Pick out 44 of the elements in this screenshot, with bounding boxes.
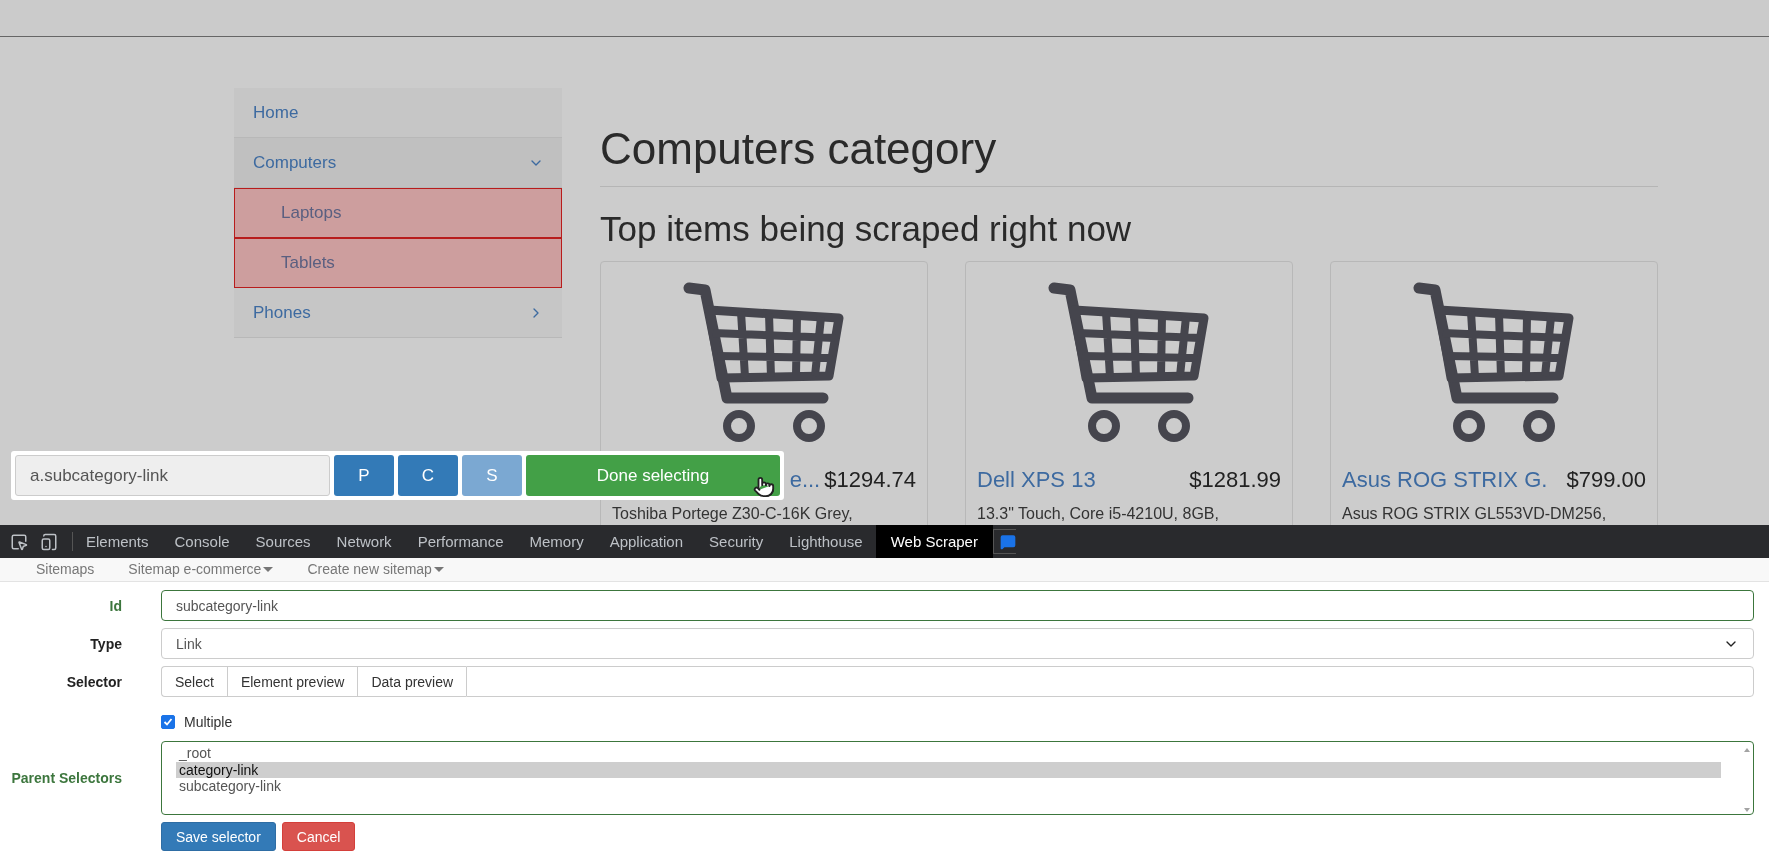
type-select[interactable]: Link — [161, 628, 1754, 659]
selector-button[interactable]: Element preview — [226, 666, 358, 697]
field-label: Type — [89, 635, 122, 652]
save-button[interactable]: Save selector — [161, 822, 276, 851]
chat-icon[interactable] — [999, 533, 1016, 550]
inspect-icon[interactable] — [10, 532, 28, 551]
nav-link[interactable]: Sitemaps — [36, 561, 95, 577]
product-description: Asus ROG STRIX GL553VD-DM256, — [1342, 505, 1608, 523]
field-label: Selector — [65, 673, 122, 690]
cancel-button[interactable]: Cancel — [281, 822, 356, 851]
devtools-tab[interactable]: Sources — [242, 525, 324, 558]
list-option[interactable]: category-link — [176, 761, 1721, 778]
selector-field[interactable]: a.subcategory-link — [15, 455, 330, 496]
checkbox[interactable] — [161, 715, 175, 729]
parent-selectors-list[interactable]: _root category-link subcategory-link — [161, 741, 1754, 815]
list-option[interactable]: subcategory-link — [176, 778, 1721, 795]
devtools-tab[interactable]: Console — [161, 525, 243, 558]
product-price: $1281.99 — [1189, 467, 1281, 493]
nav-link[interactable]: Sitemap e-commerce — [128, 561, 274, 577]
devtools-tab[interactable]: Memory — [516, 525, 597, 558]
checkbox-label: Multiple — [184, 714, 233, 730]
id-field[interactable]: subcategory-link — [161, 590, 1754, 621]
section-heading: Top items being scraped right now — [600, 209, 1133, 249]
product-description: 13.3" Touch, Core i5-4210U, 8GB, — [977, 505, 1220, 523]
page-heading: Computers category — [600, 124, 1658, 187]
devtools-tab[interactable]: Lighthouse — [776, 525, 876, 558]
product-description: Toshiba Portege Z30-C-16K Grey, — [612, 505, 854, 523]
product-price: $1294.74 — [824, 467, 916, 493]
devtools-tab[interactable]: Application — [596, 525, 697, 558]
selector-button[interactable]: Select — [161, 666, 227, 697]
nav-link[interactable]: Create new sitemap — [307, 561, 444, 577]
product-price: $799.00 — [1566, 467, 1646, 493]
list-option[interactable]: _root — [176, 745, 1721, 762]
devtools-tab[interactable]: Security — [696, 525, 777, 558]
devtools-tab[interactable]: Performance — [404, 525, 517, 558]
devtools-tab[interactable]: Network — [323, 525, 405, 558]
field-label: Id — [108, 597, 122, 614]
toolbar-button[interactable]: P — [334, 455, 394, 496]
selector-button[interactable]: Data preview — [357, 666, 467, 697]
toolbar-button[interactable]: C — [398, 455, 458, 496]
device-icon[interactable] — [40, 532, 58, 551]
field-label: Parent Selectors — [10, 770, 122, 786]
devtools-tab[interactable]: Elements — [73, 525, 162, 558]
devtools-tab[interactable]: Web Scraper — [875, 525, 993, 558]
